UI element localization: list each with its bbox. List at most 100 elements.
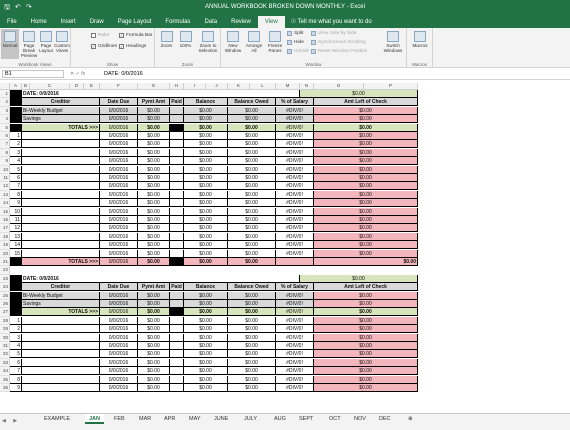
creditor-name[interactable]: [22, 325, 100, 334]
item-number[interactable]: 1: [10, 132, 22, 140]
paid-cell[interactable]: [170, 249, 184, 258]
percent-of-salary[interactable]: #DIV/0!: [276, 106, 314, 115]
arrange-all-button[interactable]: Arrange All: [244, 29, 264, 59]
item-number[interactable]: 11: [10, 216, 22, 224]
row-header[interactable]: 22: [0, 266, 10, 275]
date-due[interactable]: 0/0/2016: [100, 174, 138, 182]
totals-percent[interactable]: [276, 258, 314, 266]
totals-payment[interactable]: $0.00: [138, 308, 170, 317]
amount-left[interactable]: $0.00: [314, 333, 418, 342]
payment-amount[interactable]: $0.00: [138, 148, 170, 157]
balance[interactable]: $0.00: [184, 241, 228, 250]
item-number[interactable]: 12: [10, 224, 22, 233]
balance[interactable]: $0.00: [184, 182, 228, 191]
page-layout-button[interactable]: Page Layout: [39, 29, 53, 59]
row-marker[interactable]: [10, 90, 22, 98]
ribbon-tab-file[interactable]: File: [0, 16, 24, 28]
hide-button[interactable]: Hide: [287, 40, 304, 45]
row-header[interactable]: 1: [0, 90, 10, 99]
row-header[interactable]: 20: [0, 249, 10, 258]
balance[interactable]: $0.00: [184, 316, 228, 325]
paid-cell[interactable]: [170, 182, 184, 191]
creditor-name[interactable]: Bi-Weekly Budget: [22, 106, 100, 115]
creditor-name[interactable]: [22, 224, 100, 233]
creditor-name[interactable]: [22, 358, 100, 367]
date-due[interactable]: 0/0/2016: [100, 367, 138, 376]
balance[interactable]: $0.00: [184, 300, 228, 308]
payment-amount[interactable]: $0.00: [138, 199, 170, 208]
date-label[interactable]: DATE: 0/0/2016: [22, 90, 300, 98]
column-title[interactable]: Pymt Amt: [138, 98, 170, 107]
row-header[interactable]: 4: [0, 115, 10, 124]
balance-owed[interactable]: $0.00: [228, 375, 276, 384]
balance[interactable]: $0.00: [184, 165, 228, 174]
percent-of-salary[interactable]: #DIV/0!: [276, 165, 314, 174]
paid-cell[interactable]: [170, 106, 184, 115]
payment-amount[interactable]: $0.00: [138, 333, 170, 342]
payment-amount[interactable]: $0.00: [138, 157, 170, 166]
row-header[interactable]: 19: [0, 241, 10, 250]
formula-input[interactable]: DATE: 0/0/2016: [104, 70, 568, 78]
fx-icon[interactable]: ✕ ✓ fx: [70, 70, 100, 78]
item-number[interactable]: 7: [10, 182, 22, 191]
sheet-tab-jan[interactable]: JAN: [85, 414, 105, 424]
synchronous-scrolling-button[interactable]: Synchronous Scrolling: [311, 40, 366, 45]
paid-cell[interactable]: [170, 316, 184, 325]
payment-amount[interactable]: $0.00: [138, 291, 170, 300]
balance-owed[interactable]: $0.00: [228, 241, 276, 250]
column-title[interactable]: Paid: [170, 283, 184, 292]
ribbon-tab-insert[interactable]: Insert: [54, 16, 83, 28]
amount-left[interactable]: $0.00: [314, 375, 418, 384]
paid-cell[interactable]: [170, 207, 184, 216]
page-break-preview-button[interactable]: Page Break Preview: [20, 29, 38, 59]
item-number[interactable]: 8: [10, 190, 22, 199]
date-due[interactable]: 0/0/2016: [100, 140, 138, 149]
salary-total[interactable]: $0.00: [300, 90, 418, 98]
percent-of-salary[interactable]: #DIV/0!: [276, 375, 314, 384]
balance[interactable]: $0.00: [184, 140, 228, 149]
column-header[interactable]: B: [22, 83, 30, 90]
payment-amount[interactable]: $0.00: [138, 358, 170, 367]
amount-left[interactable]: $0.00: [314, 249, 418, 258]
row-header[interactable]: 30: [0, 333, 10, 342]
amount-left[interactable]: $0.00: [314, 216, 418, 224]
payment-amount[interactable]: $0.00: [138, 224, 170, 233]
sheet-tab-apr[interactable]: APR: [160, 414, 179, 424]
row-marker[interactable]: [10, 308, 22, 317]
date-due[interactable]: 0/0/2016: [100, 300, 138, 308]
column-title[interactable]: Date Due: [100, 98, 138, 107]
row-header[interactable]: 32: [0, 350, 10, 359]
headings-checkbox[interactable]: ✓ Headings: [119, 44, 146, 49]
totals-date[interactable]: 0/0/2016: [100, 123, 138, 132]
select-all-corner[interactable]: [0, 83, 10, 90]
payment-amount[interactable]: $0.00: [138, 140, 170, 149]
date-due[interactable]: 0/0/2016: [100, 375, 138, 384]
row-header[interactable]: 31: [0, 342, 10, 351]
balance-owed[interactable]: $0.00: [228, 106, 276, 115]
payment-amount[interactable]: $0.00: [138, 132, 170, 140]
item-number[interactable]: 13: [10, 232, 22, 241]
date-due[interactable]: 0/0/2016: [100, 224, 138, 233]
paid-cell[interactable]: [170, 115, 184, 124]
row-marker[interactable]: [10, 258, 22, 266]
paid-cell[interactable]: [170, 148, 184, 157]
amount-left[interactable]: $0.00: [314, 232, 418, 241]
balance[interactable]: $0.00: [184, 232, 228, 241]
balance[interactable]: $0.00: [184, 132, 228, 140]
creditor-name[interactable]: [22, 384, 100, 392]
row-header[interactable]: 36: [0, 384, 10, 393]
amount-left[interactable]: $0.00: [314, 358, 418, 367]
amount-left[interactable]: $0.00: [314, 207, 418, 216]
row-header[interactable]: 17: [0, 224, 10, 233]
item-number[interactable]: 6: [10, 358, 22, 367]
totals-payment[interactable]: $0.00: [138, 123, 170, 132]
balance-owed[interactable]: $0.00: [228, 350, 276, 359]
column-title[interactable]: Amt Left of Check: [314, 98, 418, 107]
percent-of-salary[interactable]: #DIV/0!: [276, 216, 314, 224]
creditor-name[interactable]: [22, 148, 100, 157]
row-header[interactable]: 28: [0, 316, 10, 326]
custom-views-button[interactable]: Custom Views: [54, 29, 70, 59]
balance[interactable]: $0.00: [184, 148, 228, 157]
percent-of-salary[interactable]: #DIV/0!: [276, 232, 314, 241]
balance[interactable]: $0.00: [184, 384, 228, 392]
